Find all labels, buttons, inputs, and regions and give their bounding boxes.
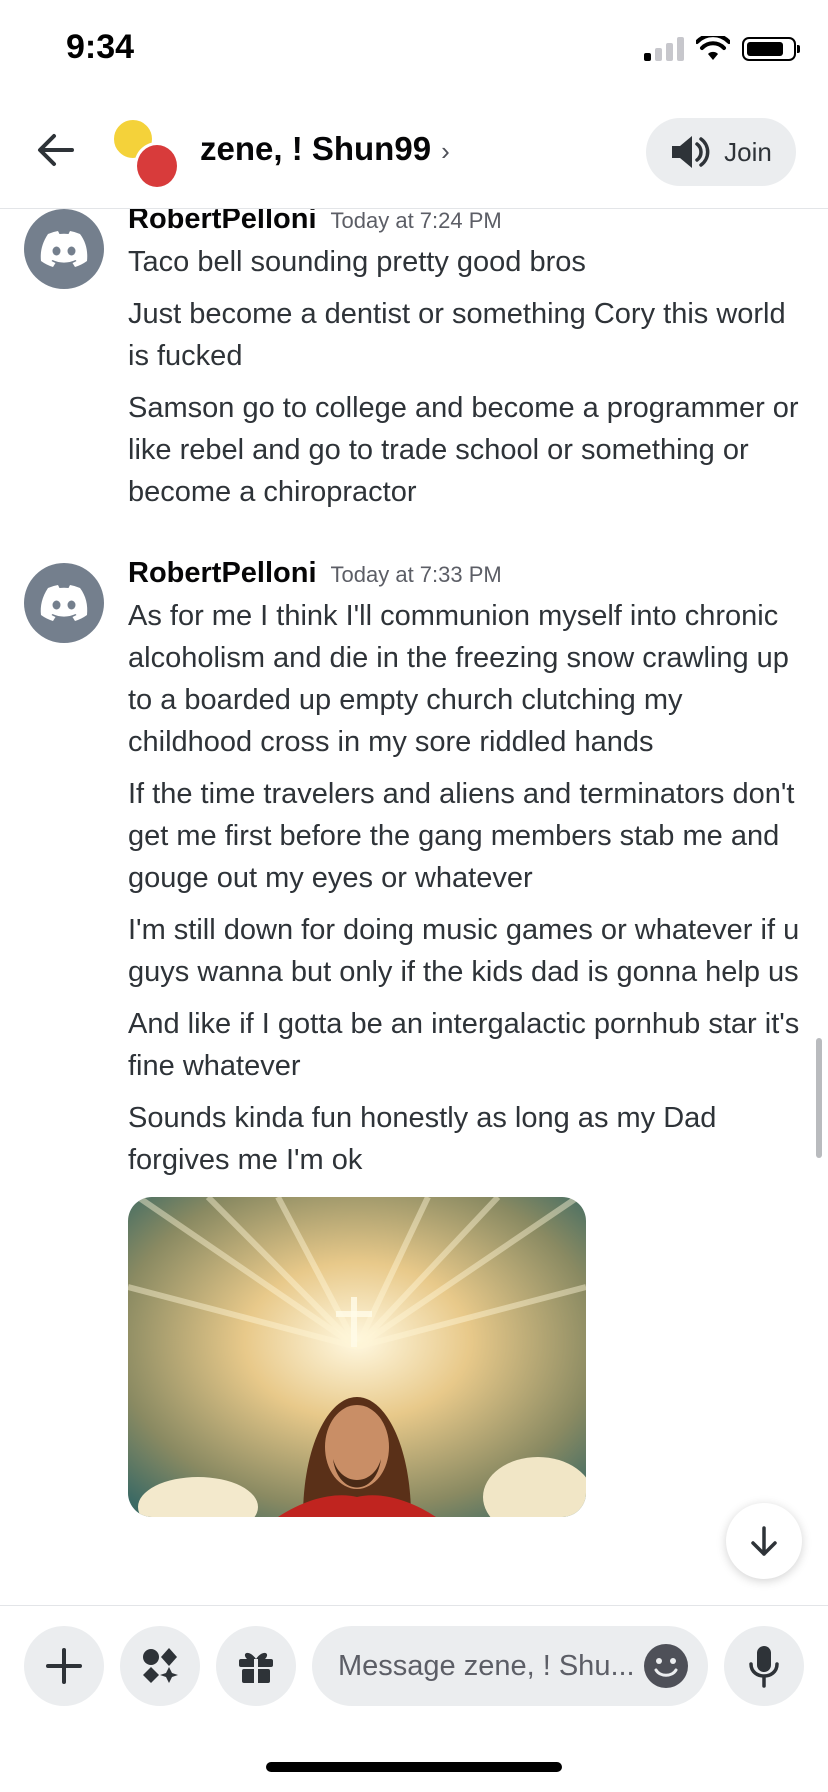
timestamp: Today at 7:24 PM bbox=[330, 209, 502, 233]
group-avatar[interactable] bbox=[112, 118, 180, 190]
discord-logo-icon bbox=[40, 231, 88, 267]
apps-button[interactable] bbox=[120, 1626, 200, 1706]
status-icons bbox=[644, 36, 800, 62]
microphone-icon bbox=[749, 1646, 779, 1688]
apps-icon bbox=[143, 1648, 178, 1683]
status-time: 9:34 bbox=[66, 28, 135, 66]
scrollbar-thumb[interactable] bbox=[816, 1038, 822, 1158]
battery-icon bbox=[742, 37, 800, 61]
jump-to-latest-button[interactable] bbox=[726, 1503, 802, 1579]
plus-icon bbox=[46, 1648, 82, 1684]
message-text: Taco bell sounding pretty good bros bbox=[128, 246, 586, 278]
gift-button[interactable] bbox=[216, 1626, 296, 1706]
home-indicator bbox=[266, 1762, 562, 1772]
wifi-icon bbox=[696, 36, 730, 60]
message-text: And like if I gotta be an intergalactic … bbox=[128, 1008, 800, 1082]
arrow-down-icon bbox=[751, 1526, 777, 1556]
voice-message-button[interactable] bbox=[724, 1626, 804, 1706]
discord-logo-icon bbox=[40, 585, 88, 621]
image-attachment[interactable] bbox=[128, 1197, 586, 1517]
username[interactable]: RobertPelloni bbox=[128, 557, 317, 589]
channel-title-text: zene, ! Shun99 bbox=[200, 130, 432, 167]
message-text: Sounds kinda fun honestly as long as my … bbox=[128, 1102, 717, 1176]
jesus-portrait-image bbox=[128, 1197, 586, 1517]
message-text: Samson go to college and become a progra… bbox=[128, 392, 799, 508]
join-label: Join bbox=[724, 136, 772, 167]
message-text: I'm still down for doing music games or … bbox=[128, 914, 800, 988]
message-body: As for me I think I'll communion myself … bbox=[128, 595, 808, 1517]
message-text: Just become a dentist or something Cory … bbox=[128, 298, 786, 372]
status-bar: 9:34 bbox=[0, 0, 828, 100]
username[interactable]: RobertPelloni bbox=[128, 209, 317, 235]
back-arrow-icon[interactable] bbox=[34, 128, 78, 172]
message-text: As for me I think I'll communion myself … bbox=[128, 600, 789, 758]
cellular-signal-icon bbox=[644, 37, 684, 61]
avatar bbox=[134, 142, 180, 190]
avatar[interactable] bbox=[24, 209, 104, 289]
channel-title[interactable]: zene, ! Shun99 › bbox=[200, 130, 450, 168]
emoji-icon[interactable] bbox=[644, 1644, 688, 1688]
message-header: RobertPelloni Today at 7:33 PM bbox=[128, 557, 502, 590]
speaker-icon bbox=[672, 136, 710, 168]
channel-header: zene, ! Shun99 › Join bbox=[0, 100, 828, 209]
message-header: RobertPelloni Today at 7:24 PM bbox=[128, 209, 502, 236]
message-body: Taco bell sounding pretty good bros Just… bbox=[128, 241, 808, 523]
message-composer bbox=[0, 1605, 828, 1736]
add-attachment-button[interactable] bbox=[24, 1626, 104, 1706]
timestamp: Today at 7:33 PM bbox=[330, 562, 502, 587]
message-input[interactable] bbox=[338, 1626, 638, 1706]
message-text: If the time travelers and aliens and ter… bbox=[128, 778, 795, 894]
message-input-container[interactable] bbox=[312, 1626, 708, 1706]
gift-icon bbox=[239, 1652, 273, 1683]
chevron-right-icon: › bbox=[441, 136, 450, 166]
message-list[interactable]: RobertPelloni Today at 7:24 PM Taco bell … bbox=[0, 209, 828, 1605]
join-voice-button[interactable]: Join bbox=[646, 118, 796, 186]
avatar[interactable] bbox=[24, 563, 104, 643]
